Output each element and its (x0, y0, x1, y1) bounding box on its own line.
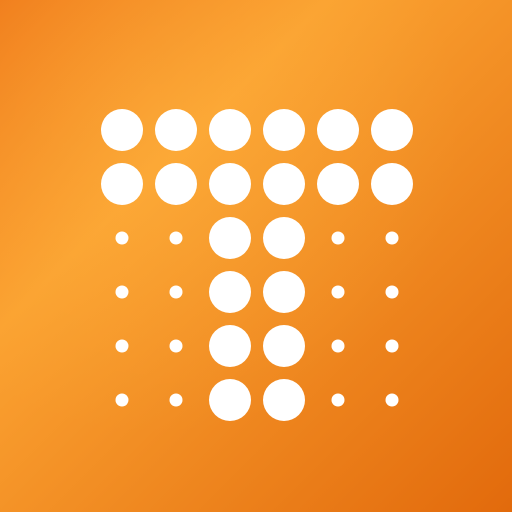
dot-small (115, 285, 129, 299)
dot-large (209, 109, 251, 151)
dot-large (209, 271, 251, 313)
dot-small (115, 393, 129, 407)
dot-small (385, 231, 399, 245)
dot-small (385, 339, 399, 353)
dot-large (317, 109, 359, 151)
dot-large (101, 109, 143, 151)
dot-small (115, 231, 129, 245)
dot-large (263, 109, 305, 151)
dot-large (371, 109, 413, 151)
dot-small (331, 393, 345, 407)
dot-small (169, 393, 183, 407)
dot-small (331, 339, 345, 353)
dot-small (331, 231, 345, 245)
dot-small (331, 285, 345, 299)
dot-large (209, 325, 251, 367)
dot-large (371, 163, 413, 205)
dot-large (263, 217, 305, 259)
dot-large (263, 325, 305, 367)
dot-large (155, 163, 197, 205)
icon-canvas (0, 0, 512, 512)
icon-background-glow (0, 0, 512, 512)
dot-small (169, 285, 183, 299)
app-icon (0, 0, 512, 512)
dot-small (115, 339, 129, 353)
dot-large (209, 379, 251, 421)
dot-small (385, 393, 399, 407)
dot-large (209, 217, 251, 259)
dot-large (263, 163, 305, 205)
dot-small (169, 339, 183, 353)
dot-small (169, 231, 183, 245)
dot-large (263, 379, 305, 421)
dot-large (101, 163, 143, 205)
dot-large (263, 271, 305, 313)
dot-large (317, 163, 359, 205)
dot-small (385, 285, 399, 299)
dot-large (155, 109, 197, 151)
dot-large (209, 163, 251, 205)
